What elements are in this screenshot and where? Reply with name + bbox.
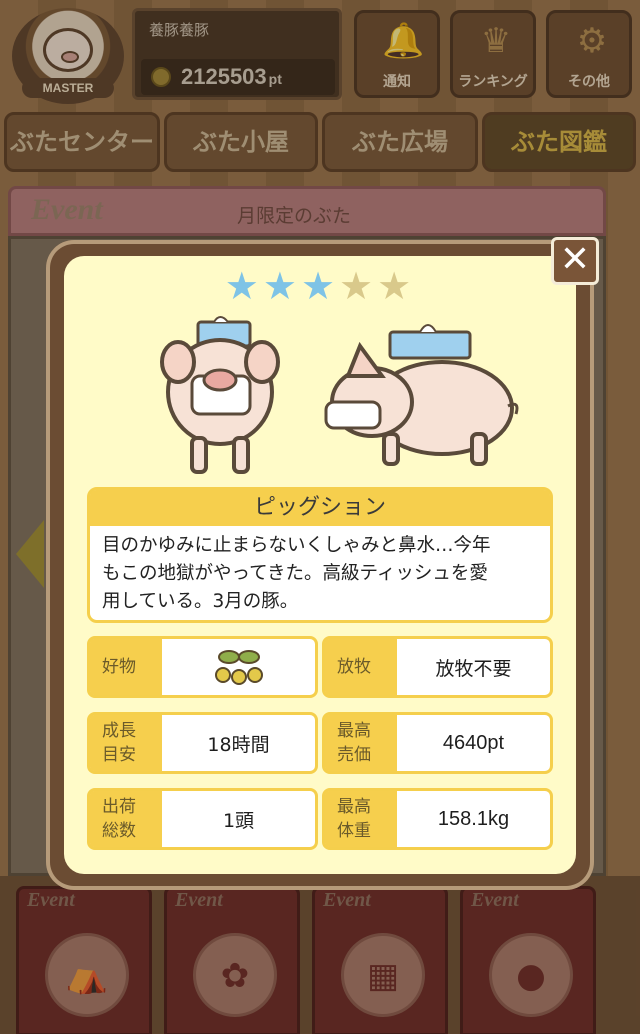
pig-name: ピッグション — [90, 490, 550, 526]
star-filled-icon: ★ — [300, 264, 340, 308]
description-line: もこの地獄がやってきた。高級ティッシュを愛 — [102, 563, 488, 584]
stat-value: 放牧不要 — [435, 657, 512, 680]
description-line: 用している。3月の豚。 — [102, 591, 299, 612]
soybeans-icon-graphic — [214, 650, 263, 685]
stat-key-line: 最高 — [337, 797, 371, 817]
stat-grazing: 放牧 放牧不要 — [322, 636, 553, 698]
stat-growth-time: 成長目安 18時間 — [87, 712, 318, 774]
pig-description: 目のかゆみに止まらないくしゃみと鼻水…今年 もこの地獄がやってきた。高級ティッシ… — [102, 532, 542, 616]
stat-value: 1頭 — [222, 809, 255, 832]
description-line: 目のかゆみに止まらないくしゃみと鼻水…今年 — [102, 535, 491, 556]
stat-key-line: 売価 — [337, 745, 371, 765]
stat-value: 158.1kg — [437, 807, 510, 830]
star-filled-icon: ★ — [224, 264, 263, 308]
stat-shipped-total: 出荷総数 1頭 — [87, 788, 318, 850]
stat-key-line: 出荷 — [102, 797, 136, 817]
stat-key-line: 体重 — [337, 821, 371, 841]
stat-key: 好物 — [90, 639, 162, 695]
star-empty-icon: ★ — [339, 264, 378, 308]
pig-side-illustration — [324, 324, 519, 466]
stat-key: 最高 売価 — [325, 715, 397, 771]
stat-value: 18時間 — [207, 733, 270, 756]
stat-key-line: 目安 — [102, 745, 136, 765]
star-filled-icon: ★ — [262, 264, 301, 308]
stat-key: 出荷 総数 — [90, 791, 162, 847]
stat-key-line: 最高 — [337, 721, 371, 741]
stat-max-weight: 最高体重 158.1kg — [322, 788, 553, 850]
rating-stars: ★★★★★ — [0, 264, 640, 308]
stat-key: 最高 体重 — [325, 791, 397, 847]
stat-value: 4640pt — [442, 731, 505, 754]
pig-front-illustration — [160, 316, 280, 474]
stat-key: 成長 目安 — [90, 715, 162, 771]
stat-key-line: 成長 — [102, 721, 136, 741]
pig-info-card: ピッグション 目のかゆみに止まらないくしゃみと鼻水…今年 もこの地獄がやってきた… — [87, 487, 553, 623]
stat-key-line: 総数 — [102, 821, 136, 841]
stat-key: 放牧 — [325, 639, 397, 695]
soybeans-icon — [162, 639, 315, 695]
stat-max-price: 最高売価 4640pt — [322, 712, 553, 774]
stat-favorite-food: 好物 — [87, 636, 318, 698]
star-empty-icon: ★ — [377, 264, 416, 308]
